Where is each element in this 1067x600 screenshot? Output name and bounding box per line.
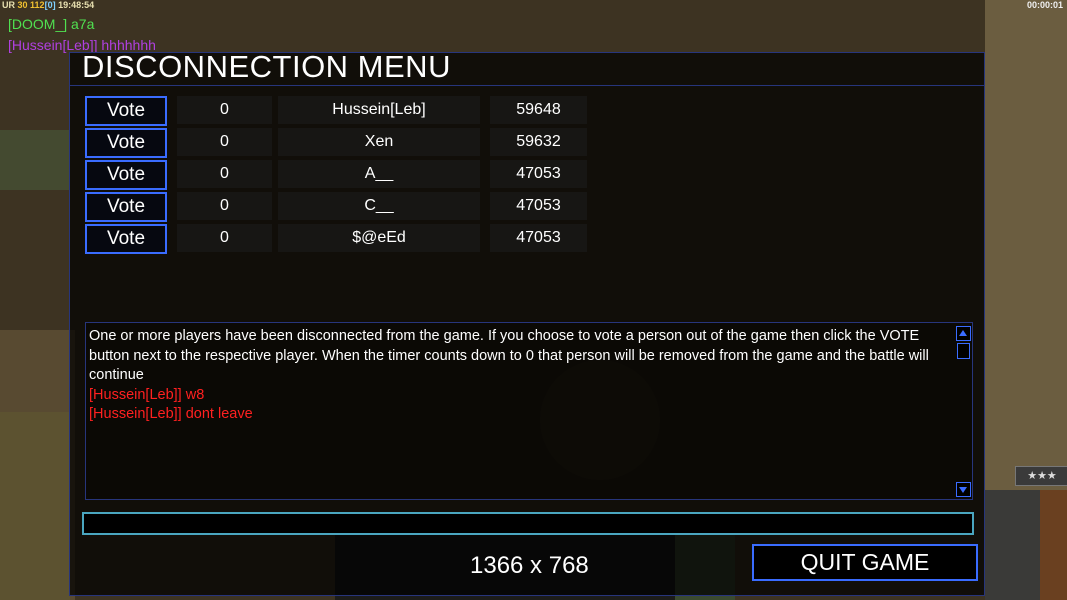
player-timer: 47053	[490, 224, 587, 252]
chat-message: [Hussein[Leb]] dont leave	[89, 406, 253, 422]
vote-count: 0	[177, 192, 272, 220]
hud-stat-c: [0]	[44, 0, 56, 10]
player-timer: 47053	[490, 192, 587, 220]
hud-stat-b: 112	[30, 0, 45, 10]
chat-input[interactable]	[82, 512, 974, 535]
player-timer: 47053	[490, 160, 587, 188]
game-timer: 00:00:01	[1026, 0, 1063, 10]
vote-button[interactable]: Vote	[85, 96, 167, 126]
vote-count: 0	[177, 224, 272, 252]
chat-message: [Hussein[Leb]] w8	[89, 386, 205, 403]
chat-line: [DOOM_] a7a	[8, 16, 95, 32]
hud-prefix: UR	[2, 0, 15, 10]
message-text-area: One or more players have been disconnect…	[89, 327, 955, 425]
player-name: A__	[278, 160, 480, 188]
vote-count: 0	[177, 160, 272, 188]
scroll-thumb[interactable]	[957, 343, 970, 359]
resolution-label: 1366 x 768	[470, 552, 589, 579]
dialog-title: DISCONNECTION MENU	[82, 49, 451, 84]
scroll-down-icon[interactable]	[956, 482, 971, 497]
rank-stars: ★★★	[1015, 466, 1067, 486]
vote-count: 0	[177, 96, 272, 124]
message-log[interactable]: One or more players have been disconnect…	[85, 322, 973, 500]
disconnect-notice: One or more players have been disconnect…	[89, 328, 929, 383]
vote-button[interactable]: Vote	[85, 128, 167, 158]
player-timer: 59632	[490, 128, 587, 156]
quit-game-button[interactable]: QUIT GAME	[752, 544, 978, 581]
vote-button[interactable]: Vote	[85, 160, 167, 190]
vote-button[interactable]: Vote	[85, 192, 167, 222]
player-name: Hussein[Leb]	[278, 96, 480, 124]
player-name: Xen	[278, 128, 480, 156]
hud-clock: 19:48:54	[58, 0, 95, 10]
vote-count: 0	[177, 128, 272, 156]
message-scrollbar[interactable]	[955, 323, 972, 499]
hud-stat-a: 30	[17, 0, 28, 10]
title-divider	[69, 85, 985, 86]
vote-button[interactable]: Vote	[85, 224, 167, 254]
scroll-up-icon[interactable]	[956, 326, 971, 341]
player-name: $@eEd	[278, 224, 480, 252]
hud-stats: UR 30 112[0] 19:48:54	[2, 0, 94, 10]
player-name: C__	[278, 192, 480, 220]
player-timer: 59648	[490, 96, 587, 124]
